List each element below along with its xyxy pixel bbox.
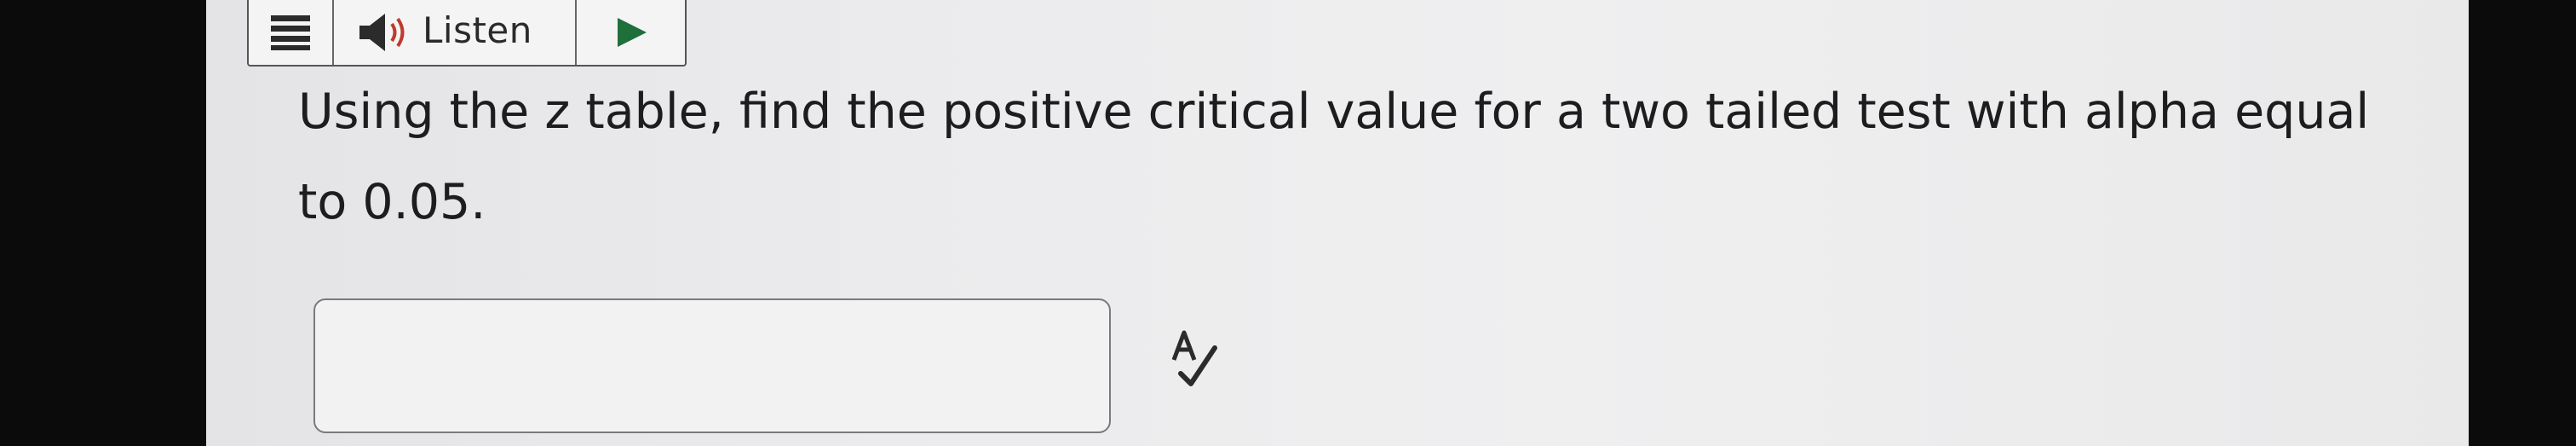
question-text: Using the z table, find the positive cri… — [298, 84, 2370, 230]
answer-input[interactable] — [313, 298, 1111, 433]
menu-lines-icon — [271, 15, 310, 50]
listen-label: Listen — [423, 9, 532, 51]
listen-button[interactable]: Listen — [334, 0, 577, 65]
play-icon — [618, 18, 647, 47]
speaker-icon — [359, 14, 405, 51]
spell-check-icon[interactable] — [1164, 327, 1225, 389]
menu-button[interactable] — [249, 0, 334, 65]
play-button[interactable] — [577, 0, 685, 65]
readspeaker-toolbar: Listen — [247, 0, 687, 67]
